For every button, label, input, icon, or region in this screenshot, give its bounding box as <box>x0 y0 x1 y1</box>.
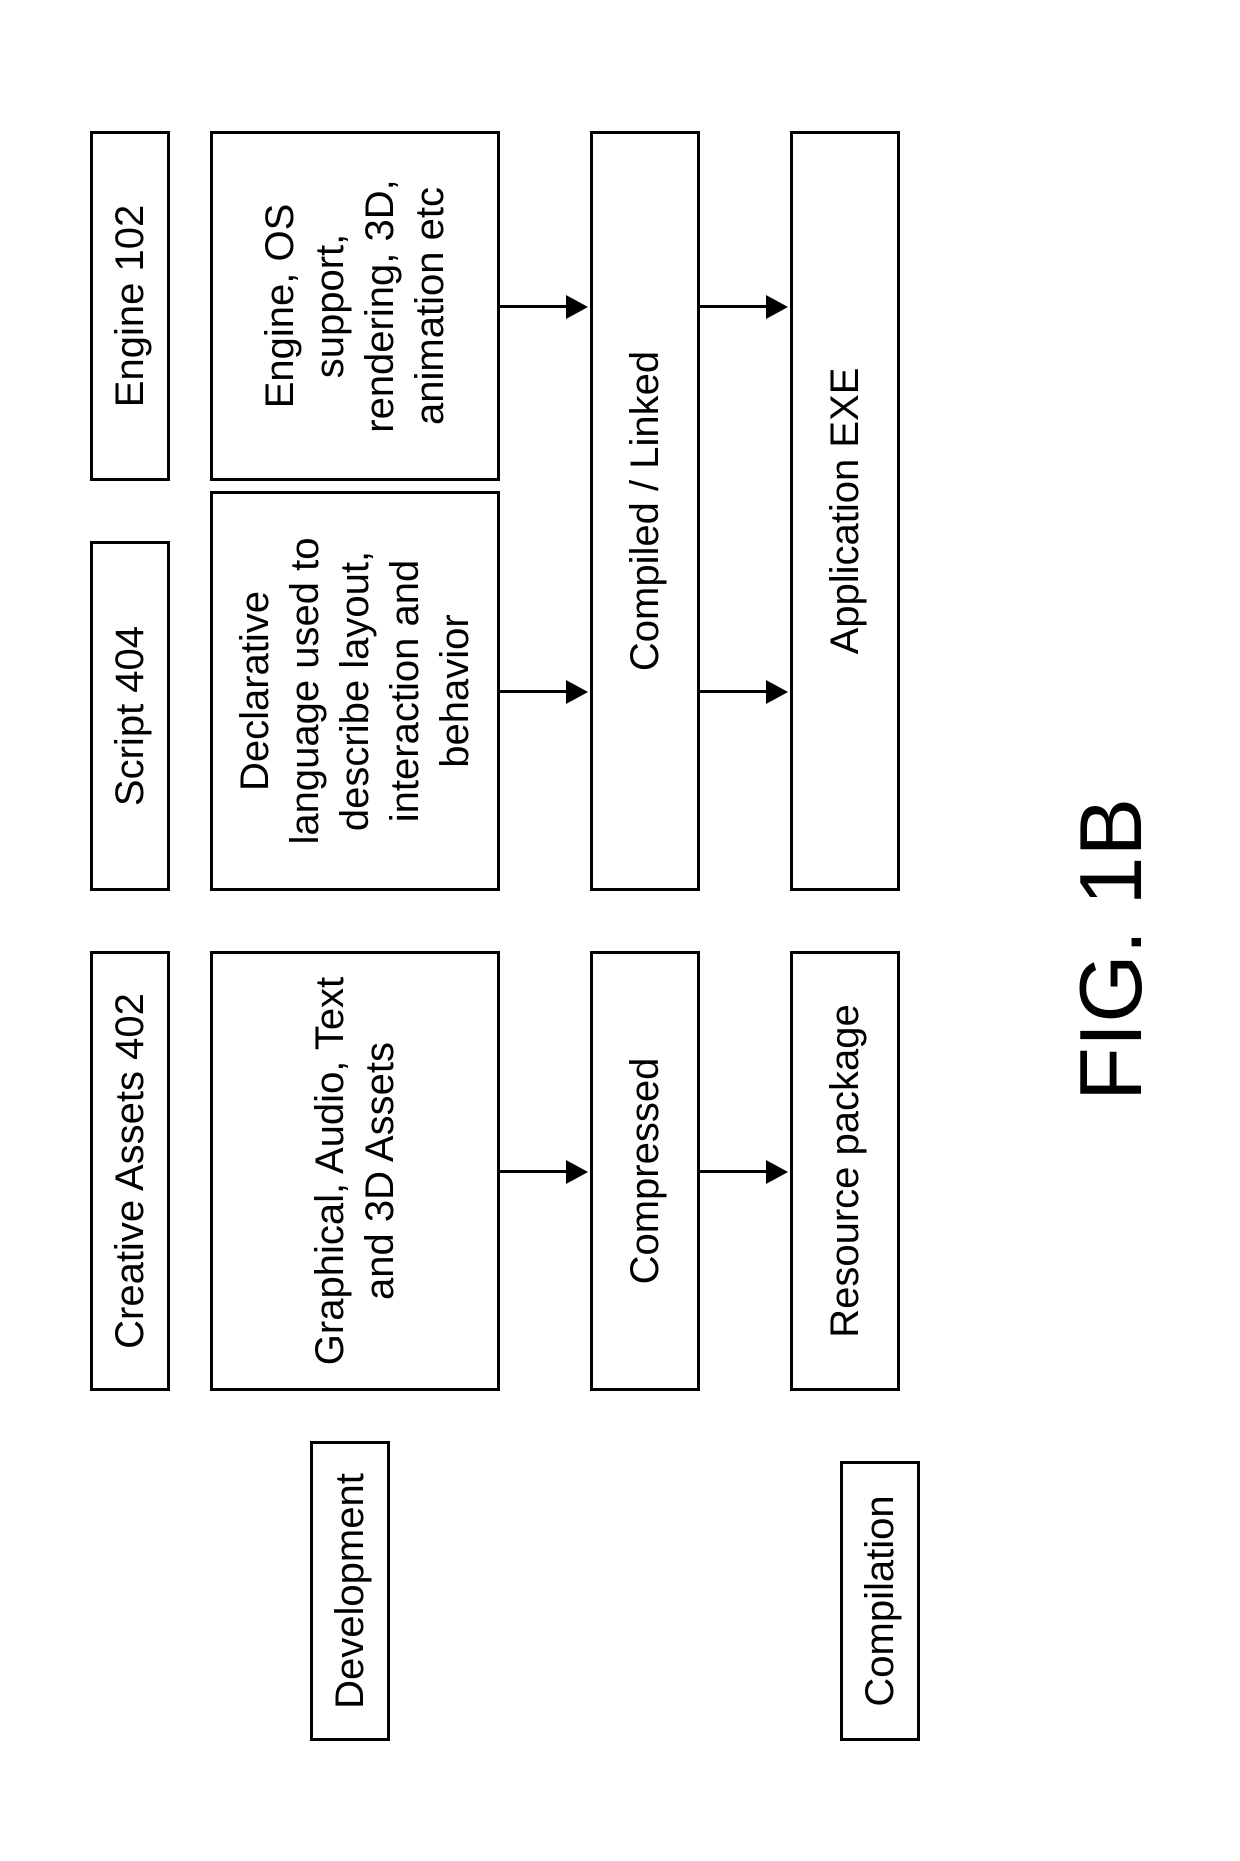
arrowhead-script-to-compiled <box>566 680 588 704</box>
out-app: Application EXE <box>790 131 900 891</box>
out-resource: Resource package <box>790 951 900 1391</box>
header-script: Script 404 <box>90 541 170 891</box>
arrowhead-compressed-to-resource <box>766 1160 788 1184</box>
label-development: Development <box>310 1441 390 1741</box>
diagram-stage: Development Compilation Creative Assets … <box>0 0 1240 1861</box>
arrowhead-compiled-to-app-right <box>766 295 788 319</box>
arrow-compiled-to-app-right <box>700 305 770 308</box>
figure-label: FIG. 1B <box>1060 798 1162 1101</box>
arrow-engine-to-compiled <box>500 305 570 308</box>
arrowhead-assets-to-compressed <box>566 1160 588 1184</box>
dev-engine: Engine, OS support, rendering, 3D, anima… <box>210 131 500 481</box>
header-assets: Creative Assets 402 <box>90 951 170 1391</box>
mid-compiled: Compiled / Linked <box>590 131 700 891</box>
arrowhead-engine-to-compiled <box>566 295 588 319</box>
dev-assets: Graphical, Audio, Text and 3D Assets <box>210 951 500 1391</box>
arrow-compressed-to-resource <box>700 1170 770 1173</box>
label-compilation: Compilation <box>840 1461 920 1741</box>
arrow-script-to-compiled <box>500 690 570 693</box>
arrow-assets-to-compressed <box>500 1170 570 1173</box>
arrow-compiled-to-app-left <box>700 690 770 693</box>
header-engine: Engine 102 <box>90 131 170 481</box>
arrowhead-compiled-to-app-left <box>766 680 788 704</box>
dev-script: Declarative language used to describe la… <box>210 491 500 891</box>
mid-compressed: Compressed <box>590 951 700 1391</box>
